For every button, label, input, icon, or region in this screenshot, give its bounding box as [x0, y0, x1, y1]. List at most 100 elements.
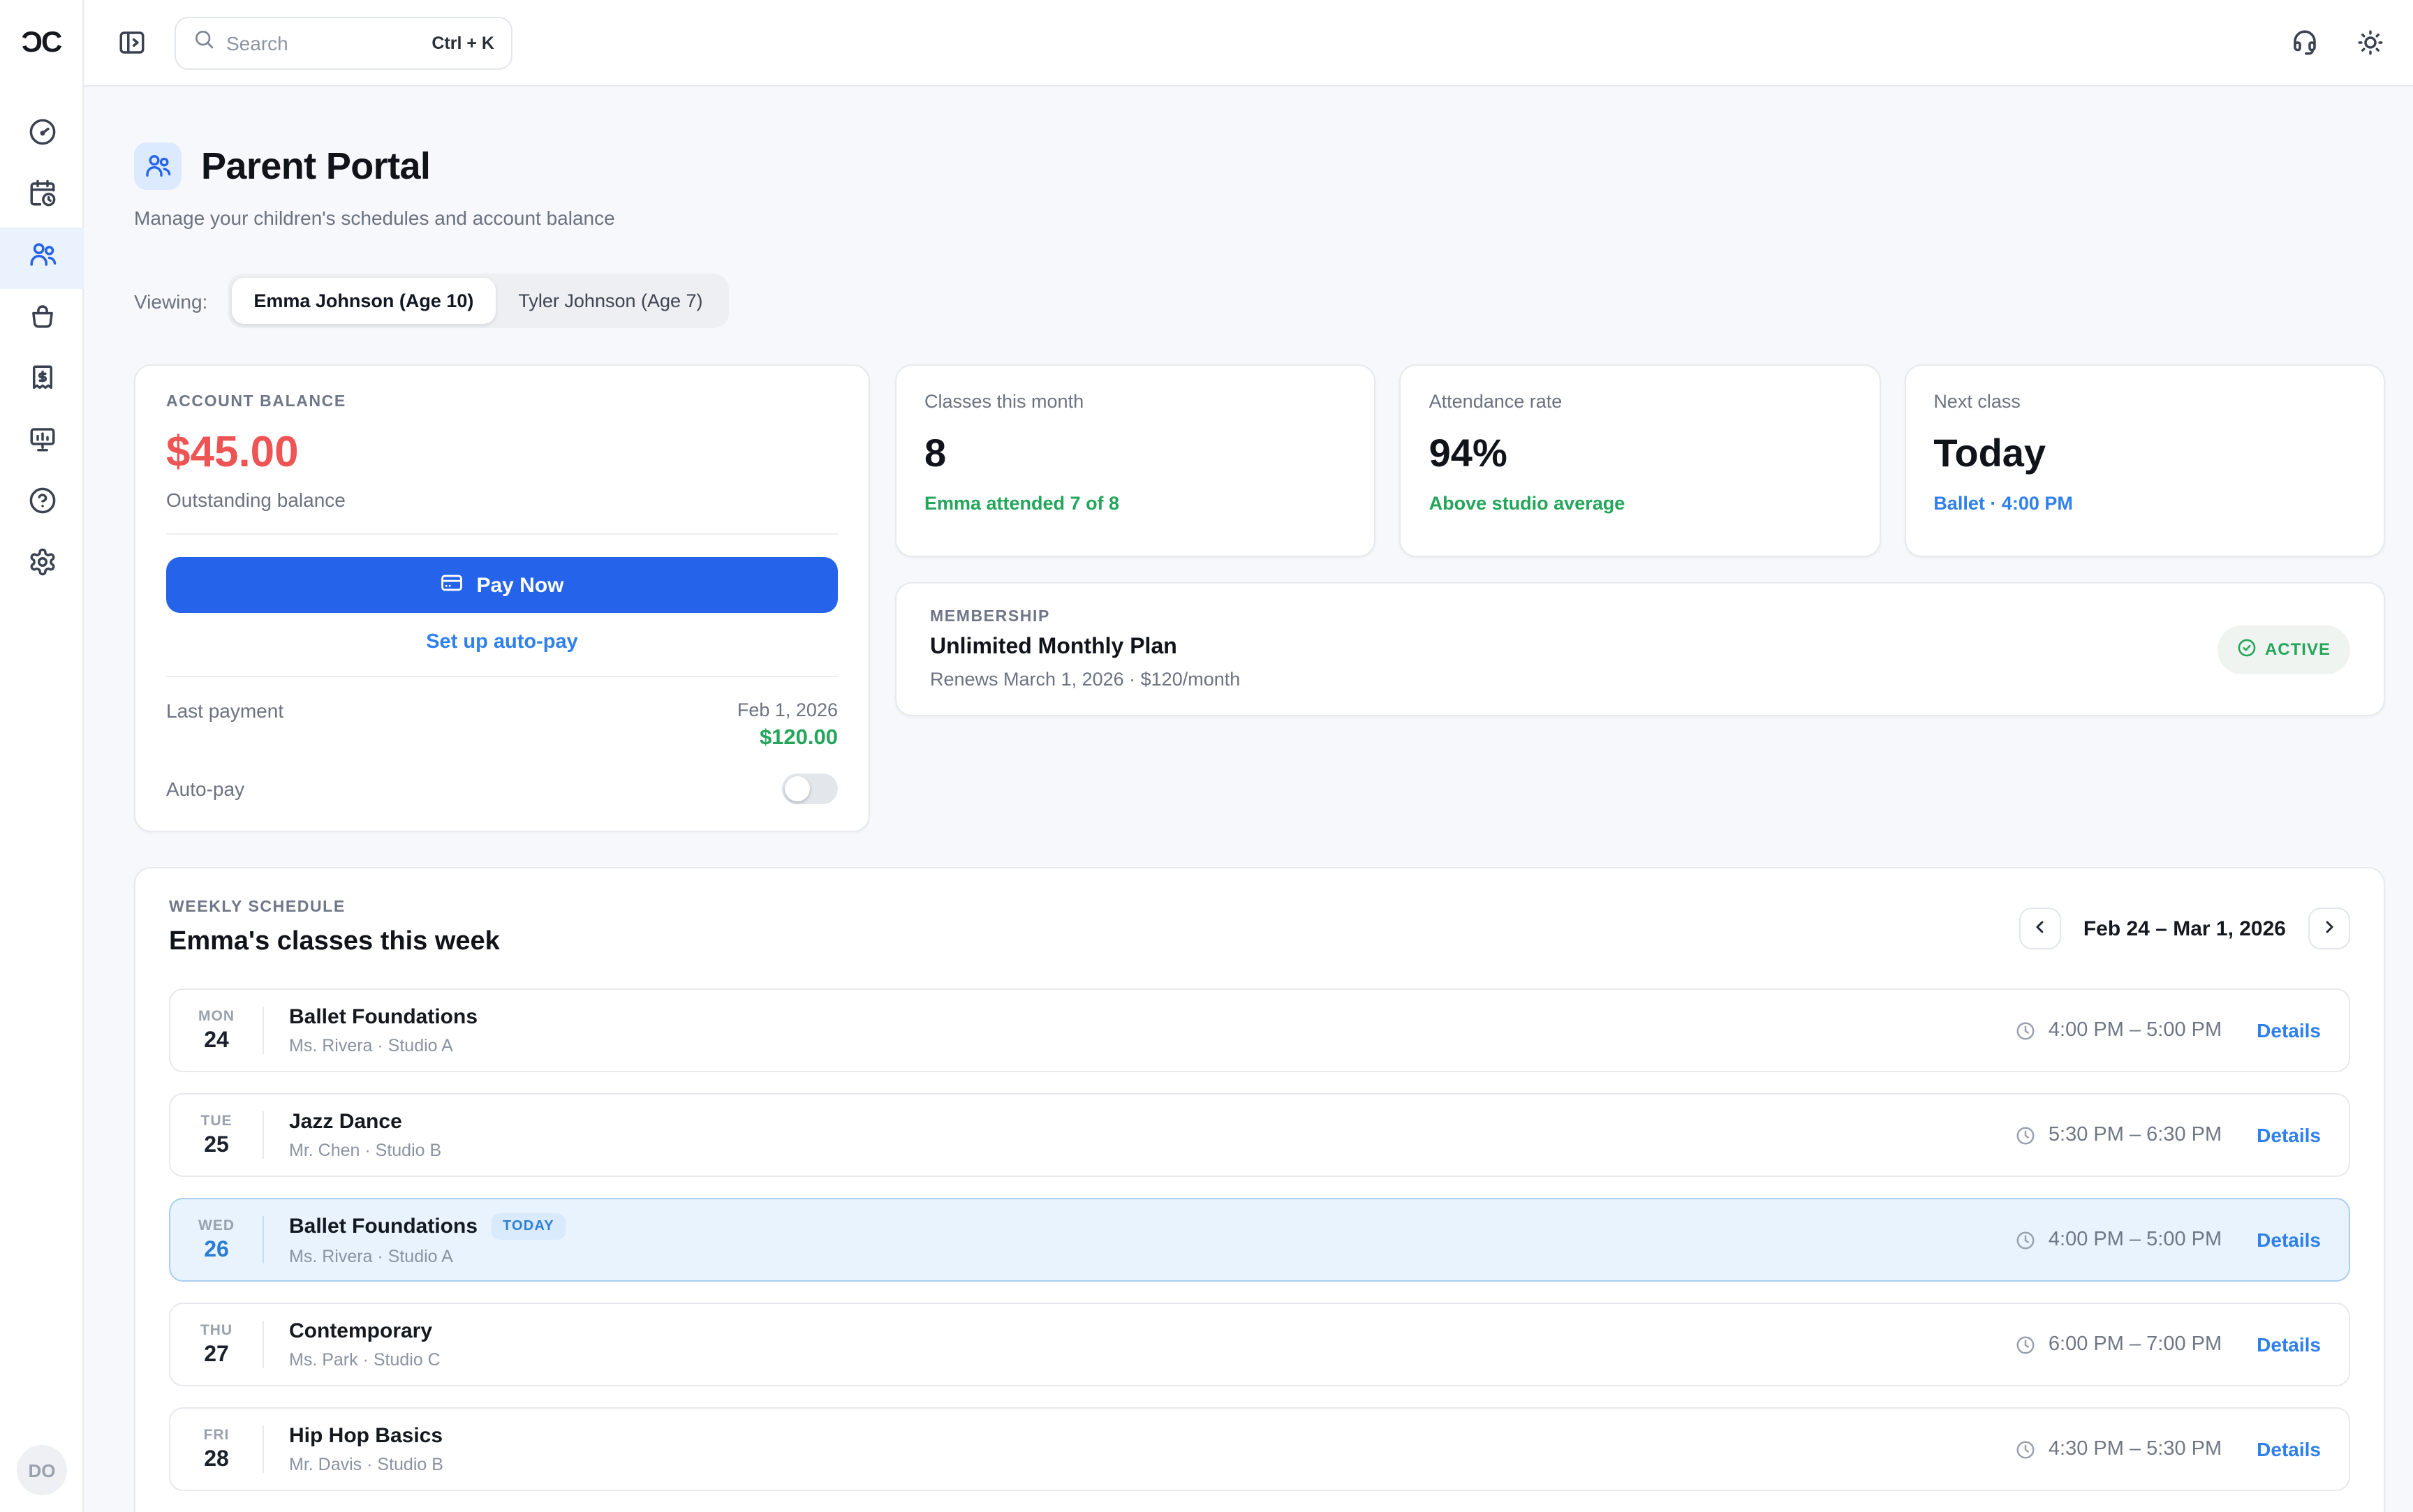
details-link[interactable]: Details — [2257, 1019, 2321, 1042]
row-right: 4:00 PM – 5:00 PM Details — [2015, 1019, 2321, 1042]
details-link[interactable]: Details — [2257, 1229, 2321, 1251]
stat-card-attendance: Attendance rate 94% Above studio average — [1400, 364, 1881, 557]
schedule-rows: MON 24 Ballet Foundations Ms. Rivera · S… — [169, 988, 2350, 1512]
toggle-knob — [785, 776, 810, 801]
check-circle-icon — [2237, 637, 2257, 661]
day-column: MON 24 — [170, 1007, 263, 1053]
tab-child-tyler[interactable]: Tyler Johnson (Age 7) — [496, 278, 725, 324]
presentation-chart-icon — [27, 424, 57, 461]
search-box[interactable]: Ctrl + K — [175, 16, 512, 69]
pay-now-button[interactable]: Pay Now — [166, 557, 838, 613]
sidebar-item-dashboard[interactable] — [0, 105, 84, 166]
schedule-row-mon[interactable]: MON 24 Ballet Foundations Ms. Rivera · S… — [169, 988, 2350, 1072]
sidebar-item-settings[interactable] — [0, 535, 84, 596]
sidebar-nav — [0, 105, 82, 596]
topbar-actions — [2290, 28, 2385, 57]
class-info: Contemporary Ms. Park · Studio C — [289, 1319, 441, 1370]
day-column: WED 26 — [170, 1217, 263, 1263]
details-link[interactable]: Details — [2257, 1333, 2321, 1356]
day-column: THU 27 — [170, 1321, 263, 1368]
day-name: WED — [170, 1217, 263, 1233]
headset-icon[interactable] — [2290, 28, 2319, 57]
schedule-row-thu[interactable]: THU 27 Contemporary Ms. Park · Studio C … — [169, 1303, 2350, 1386]
autopay-row: Auto-pay — [166, 773, 838, 804]
chevron-left-icon — [2030, 917, 2050, 940]
stat-label: Attendance rate — [1429, 391, 1852, 412]
sidebar-item-reports[interactable] — [0, 412, 84, 473]
sidebar: ƆC — [0, 0, 84, 1512]
users-icon — [27, 240, 57, 276]
membership-plan-name: Unlimited Monthly Plan — [930, 635, 1240, 660]
last-payment-row: Last payment Feb 1, 2026 $120.00 — [166, 699, 838, 751]
divider — [166, 676, 838, 677]
page-header: Parent Portal — [134, 142, 2385, 190]
class-time: 4:00 PM – 5:00 PM — [2049, 1229, 2222, 1251]
schedule-row-tue[interactable]: TUE 25 Jazz Dance Mr. Chen · Studio B 5:… — [169, 1093, 2350, 1177]
details-link[interactable]: Details — [2257, 1438, 2321, 1460]
sidebar-item-help[interactable] — [0, 473, 84, 535]
clock-icon — [2015, 1334, 2036, 1355]
last-payment-label: Last payment — [166, 699, 283, 722]
autopay-toggle[interactable] — [782, 773, 838, 804]
credit-card-icon — [440, 570, 464, 600]
class-subtitle: Ms. Rivera · Studio A — [289, 1036, 478, 1055]
prev-week-button[interactable] — [2019, 907, 2061, 949]
class-info: Ballet Foundations Ms. Rivera · Studio A — [289, 1005, 478, 1055]
class-info: Jazz Dance Mr. Chen · Studio B — [289, 1110, 441, 1160]
stat-card-next-class: Next class Today Ballet · 4:00 PM — [1904, 364, 2385, 557]
details-link[interactable]: Details — [2257, 1124, 2321, 1146]
sidebar-item-shop[interactable] — [0, 289, 84, 350]
calendar-clock-icon — [27, 179, 57, 215]
topbar: Ctrl + K — [84, 0, 2413, 87]
day-number: 28 — [170, 1447, 263, 1472]
day-number: 26 — [170, 1238, 263, 1263]
next-week-button[interactable] — [2308, 907, 2350, 949]
setup-autopay-link[interactable]: Set up auto-pay — [426, 631, 578, 653]
class-title: Ballet Foundations — [289, 1215, 478, 1238]
row-right: 6:00 PM – 7:00 PM Details — [2015, 1333, 2321, 1356]
day-name: MON — [170, 1007, 263, 1024]
autopay-label: Auto-pay — [166, 778, 244, 800]
sidebar-item-parents[interactable] — [0, 228, 84, 289]
status-badge-label: ACTIVE — [2265, 639, 2331, 659]
main-content: Parent Portal Manage your children's sch… — [84, 87, 2413, 1512]
class-subtitle: Mr. Davis · Studio B — [289, 1455, 443, 1474]
divider — [263, 1425, 264, 1473]
sidebar-item-schedule[interactable] — [0, 166, 84, 228]
app-logo[interactable]: ƆC — [0, 0, 82, 87]
viewing-label: Viewing: — [134, 290, 207, 312]
weekly-title: Emma's classes this week — [169, 927, 500, 958]
tab-child-emma[interactable]: Emma Johnson (Age 10) — [231, 278, 496, 324]
membership-section-label: MEMBERSHIP — [930, 609, 1240, 625]
class-subtitle: Ms. Park · Studio C — [289, 1350, 441, 1370]
day-number: 24 — [170, 1028, 263, 1053]
schedule-row-fri[interactable]: FRI 28 Hip Hop Basics Mr. Davis · Studio… — [169, 1407, 2350, 1491]
gauge-icon — [27, 117, 57, 154]
class-info: Hip Hop Basics Mr. Davis · Studio B — [289, 1424, 443, 1474]
help-circle-icon — [27, 486, 57, 522]
row-right: 4:00 PM – 5:00 PM Details — [2015, 1229, 2321, 1251]
day-number: 25 — [170, 1133, 263, 1158]
divider — [263, 1216, 264, 1263]
clock-icon — [2015, 1125, 2036, 1146]
stat-label: Next class — [1933, 391, 2356, 412]
sidebar-item-billing[interactable] — [0, 350, 84, 412]
class-time: 5:30 PM – 6:30 PM — [2049, 1124, 2222, 1146]
receipt-dollar-icon — [27, 363, 57, 399]
schedule-row-wed-today[interactable]: WED 26 Ballet Foundations TODAY Ms. Rive… — [169, 1198, 2350, 1282]
chevron-right-icon — [2319, 917, 2339, 940]
balance-amount: $45.00 — [166, 427, 838, 477]
account-balance-card: ACCOUNT BALANCE $45.00 Outstanding balan… — [134, 364, 870, 832]
day-name: THU — [170, 1321, 263, 1338]
today-badge: TODAY — [492, 1213, 566, 1240]
search-input[interactable] — [226, 31, 420, 54]
divider — [263, 1007, 264, 1054]
panel-toggle-icon[interactable] — [117, 28, 147, 57]
last-payment-amount: $120.00 — [737, 726, 838, 751]
page-subtitle: Manage your children's schedules and acc… — [134, 207, 2385, 229]
stat-value: 8 — [924, 431, 1347, 476]
row-right: 5:30 PM – 6:30 PM Details — [2015, 1124, 2321, 1146]
sun-icon[interactable] — [2356, 28, 2385, 57]
user-avatar[interactable]: DO — [17, 1445, 67, 1495]
row-right: 4:30 PM – 5:30 PM Details — [2015, 1438, 2321, 1460]
